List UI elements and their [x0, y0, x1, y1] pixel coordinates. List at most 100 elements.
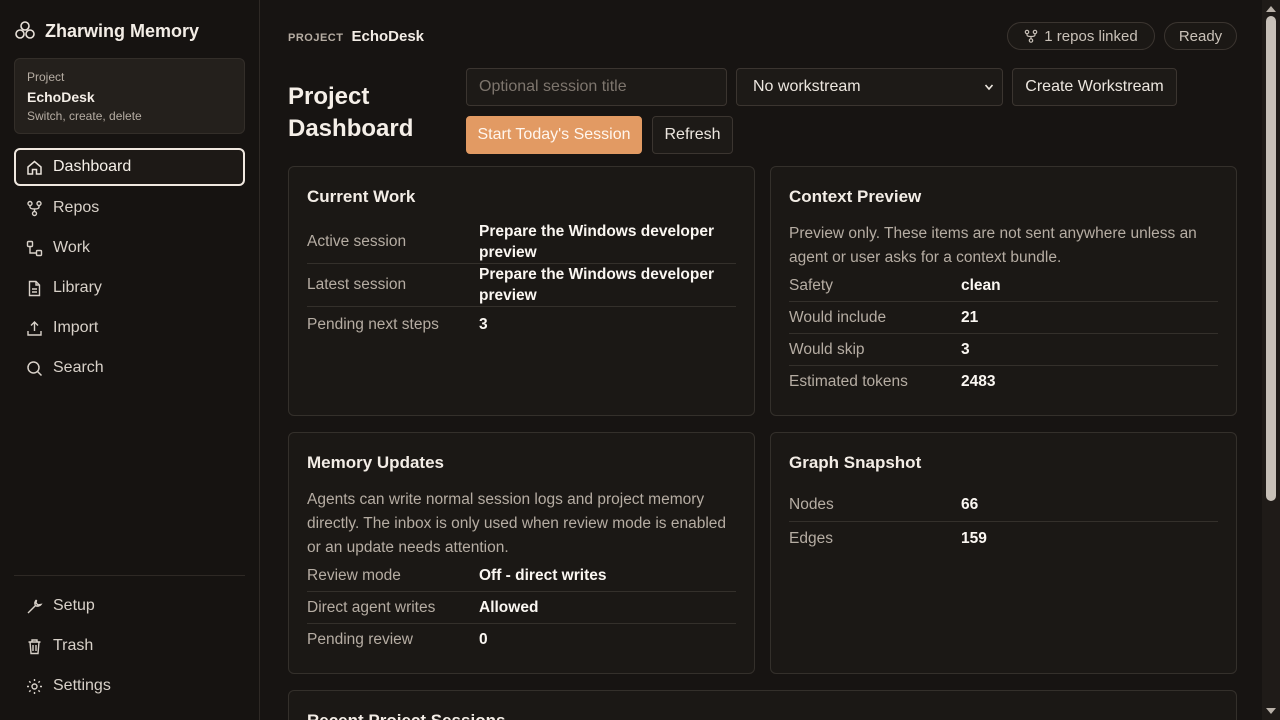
sidebar-item-label: Library	[53, 279, 102, 296]
chevron-down-icon	[984, 84, 994, 91]
kv-row: Direct agent writes Allowed	[307, 592, 736, 624]
sidebar-item-label: Dashboard	[53, 158, 132, 175]
sidebar-item-work[interactable]: Work	[14, 229, 245, 267]
kv-row: Estimated tokens 2483	[789, 366, 1218, 398]
kv-row: Latest session Prepare the Windows devel…	[307, 264, 736, 307]
kv-value: 0	[479, 631, 488, 648]
sidebar-item-search[interactable]: Search	[14, 349, 245, 387]
sidebar-item-label: Work	[53, 239, 91, 256]
sidebar-item-label: Trash	[53, 637, 94, 654]
page-title: Project Dashboard	[288, 83, 414, 142]
kv-value: Prepare the Windows developer preview	[479, 223, 715, 261]
kv-row: Edges 159	[789, 522, 1218, 555]
kv-row: Active session Prepare the Windows devel…	[307, 221, 736, 264]
repos-linked-text: 1 repos linked	[1044, 27, 1138, 45]
repos-linked-badge[interactable]: 1 repos linked	[1007, 22, 1155, 50]
project-switcher-label: Project	[27, 70, 65, 84]
sidebar-item-settings[interactable]: Settings	[14, 667, 245, 705]
scroll-up-arrow-icon[interactable]	[1266, 6, 1276, 12]
kv-key: Latest session	[307, 276, 407, 293]
sidebar-item-setup[interactable]: Setup	[14, 587, 245, 625]
sidebar-item-label: Search	[53, 359, 104, 376]
current-work-card: Current Work Active session Prepare the …	[288, 166, 755, 416]
card-title: Memory Updates	[307, 453, 444, 472]
context-preview-card: Context Preview Preview only. These item…	[770, 166, 1237, 416]
kv-row: Would include 21	[789, 302, 1218, 334]
repo-branch-icon	[27, 200, 42, 216]
memory-updates-list: Review mode Off - direct writes Direct a…	[307, 560, 736, 656]
kv-row: Pending review 0	[307, 624, 736, 656]
card-title: Current Work	[307, 187, 416, 206]
kv-value: 3	[479, 316, 488, 333]
kv-key: Estimated tokens	[789, 373, 908, 390]
sidebar-item-dashboard[interactable]: Dashboard	[14, 148, 245, 186]
status-badge: Ready	[1164, 22, 1237, 50]
kv-row: Would skip 3	[789, 334, 1218, 366]
kv-row: Review mode Off - direct writes	[307, 560, 736, 592]
kv-key: Safety	[789, 276, 833, 294]
sidebar-item-label: Setup	[53, 597, 95, 614]
refresh-button[interactable]: Refresh	[652, 116, 733, 154]
status-text: Ready	[1178, 27, 1223, 45]
current-work-list: Active session Prepare the Windows devel…	[307, 221, 736, 343]
card-description: Agents can write normal session logs and…	[307, 491, 727, 556]
kv-key: Pending review	[307, 631, 413, 648]
kv-value: clean	[961, 276, 1001, 294]
sidebar-item-trash[interactable]: Trash	[14, 627, 245, 665]
kv-value: 159	[961, 529, 987, 547]
breadcrumb-project: EchoDesk	[351, 28, 425, 45]
sidebar: Zharwing Memory Project EchoDesk Switch,…	[0, 0, 260, 720]
kv-key: Would skip	[789, 340, 865, 358]
start-session-button[interactable]: Start Today's Session	[466, 116, 642, 154]
project-switcher-name: EchoDesk	[27, 89, 95, 105]
kv-row: Safety clean	[789, 270, 1218, 302]
project-switcher[interactable]: Project EchoDesk Switch, create, delete	[14, 58, 245, 134]
scrollbar[interactable]	[1262, 0, 1280, 720]
upload-icon	[27, 320, 42, 336]
workstream-select-value: No workstream	[753, 78, 861, 95]
sidebar-item-label: Repos	[53, 199, 100, 216]
sidebar-item-library[interactable]: Library	[14, 269, 245, 307]
workflow-icon	[26, 240, 43, 256]
kv-row: Nodes 66	[789, 489, 1218, 522]
kv-key: Edges	[789, 529, 833, 547]
kv-value: Allowed	[479, 598, 539, 616]
session-title-input[interactable]	[466, 68, 727, 106]
scroll-thumb[interactable]	[1266, 16, 1276, 501]
trash-icon	[28, 638, 41, 654]
kv-value: Prepare the Windows developer preview	[479, 266, 715, 304]
breadcrumb: PROJECT EchoDesk	[288, 28, 424, 45]
kv-key: Active session	[307, 233, 407, 250]
graph-snapshot-card: Graph Snapshot Nodes 66 Edges 159	[770, 432, 1237, 674]
card-title: Context Preview	[789, 187, 922, 206]
sidebar-item-import[interactable]: Import	[14, 309, 245, 347]
context-preview-list: Safety clean Would include 21 Would skip…	[789, 270, 1218, 398]
card-title: Graph Snapshot	[789, 453, 922, 472]
project-switcher-hint: Switch, create, delete	[27, 109, 142, 123]
document-icon	[28, 280, 41, 296]
search-icon	[27, 360, 43, 376]
kv-value: Off - direct writes	[479, 566, 607, 584]
sidebar-item-repos[interactable]: Repos	[14, 189, 245, 227]
breadcrumb-label: PROJECT	[288, 32, 344, 44]
kv-key: Direct agent writes	[307, 598, 436, 616]
card-title: Recent Project Sessions	[307, 711, 1218, 720]
scroll-down-arrow-icon[interactable]	[1266, 708, 1276, 714]
app-name: Zharwing Memory	[45, 20, 200, 41]
kv-value: 21	[961, 308, 979, 326]
sidebar-divider	[14, 575, 245, 576]
brand[interactable]: Zharwing Memory	[14, 20, 199, 42]
repo-branch-icon	[1024, 29, 1038, 43]
workstream-select[interactable]: No workstream	[736, 68, 1003, 106]
kv-row: Pending next steps 3	[307, 307, 736, 343]
kv-key: Would include	[789, 308, 887, 326]
home-icon	[27, 160, 42, 175]
create-workstream-button[interactable]: Create Workstream	[1012, 68, 1177, 106]
gear-icon	[27, 678, 42, 694]
kv-key: Review mode	[307, 566, 401, 584]
graph-snapshot-list: Nodes 66 Edges 159	[789, 489, 1218, 555]
memory-updates-card: Memory Updates Agents can write normal s…	[288, 432, 755, 674]
sidebar-item-label: Settings	[53, 677, 111, 694]
kv-key: Pending next steps	[307, 316, 439, 333]
kv-key: Nodes	[789, 496, 834, 513]
